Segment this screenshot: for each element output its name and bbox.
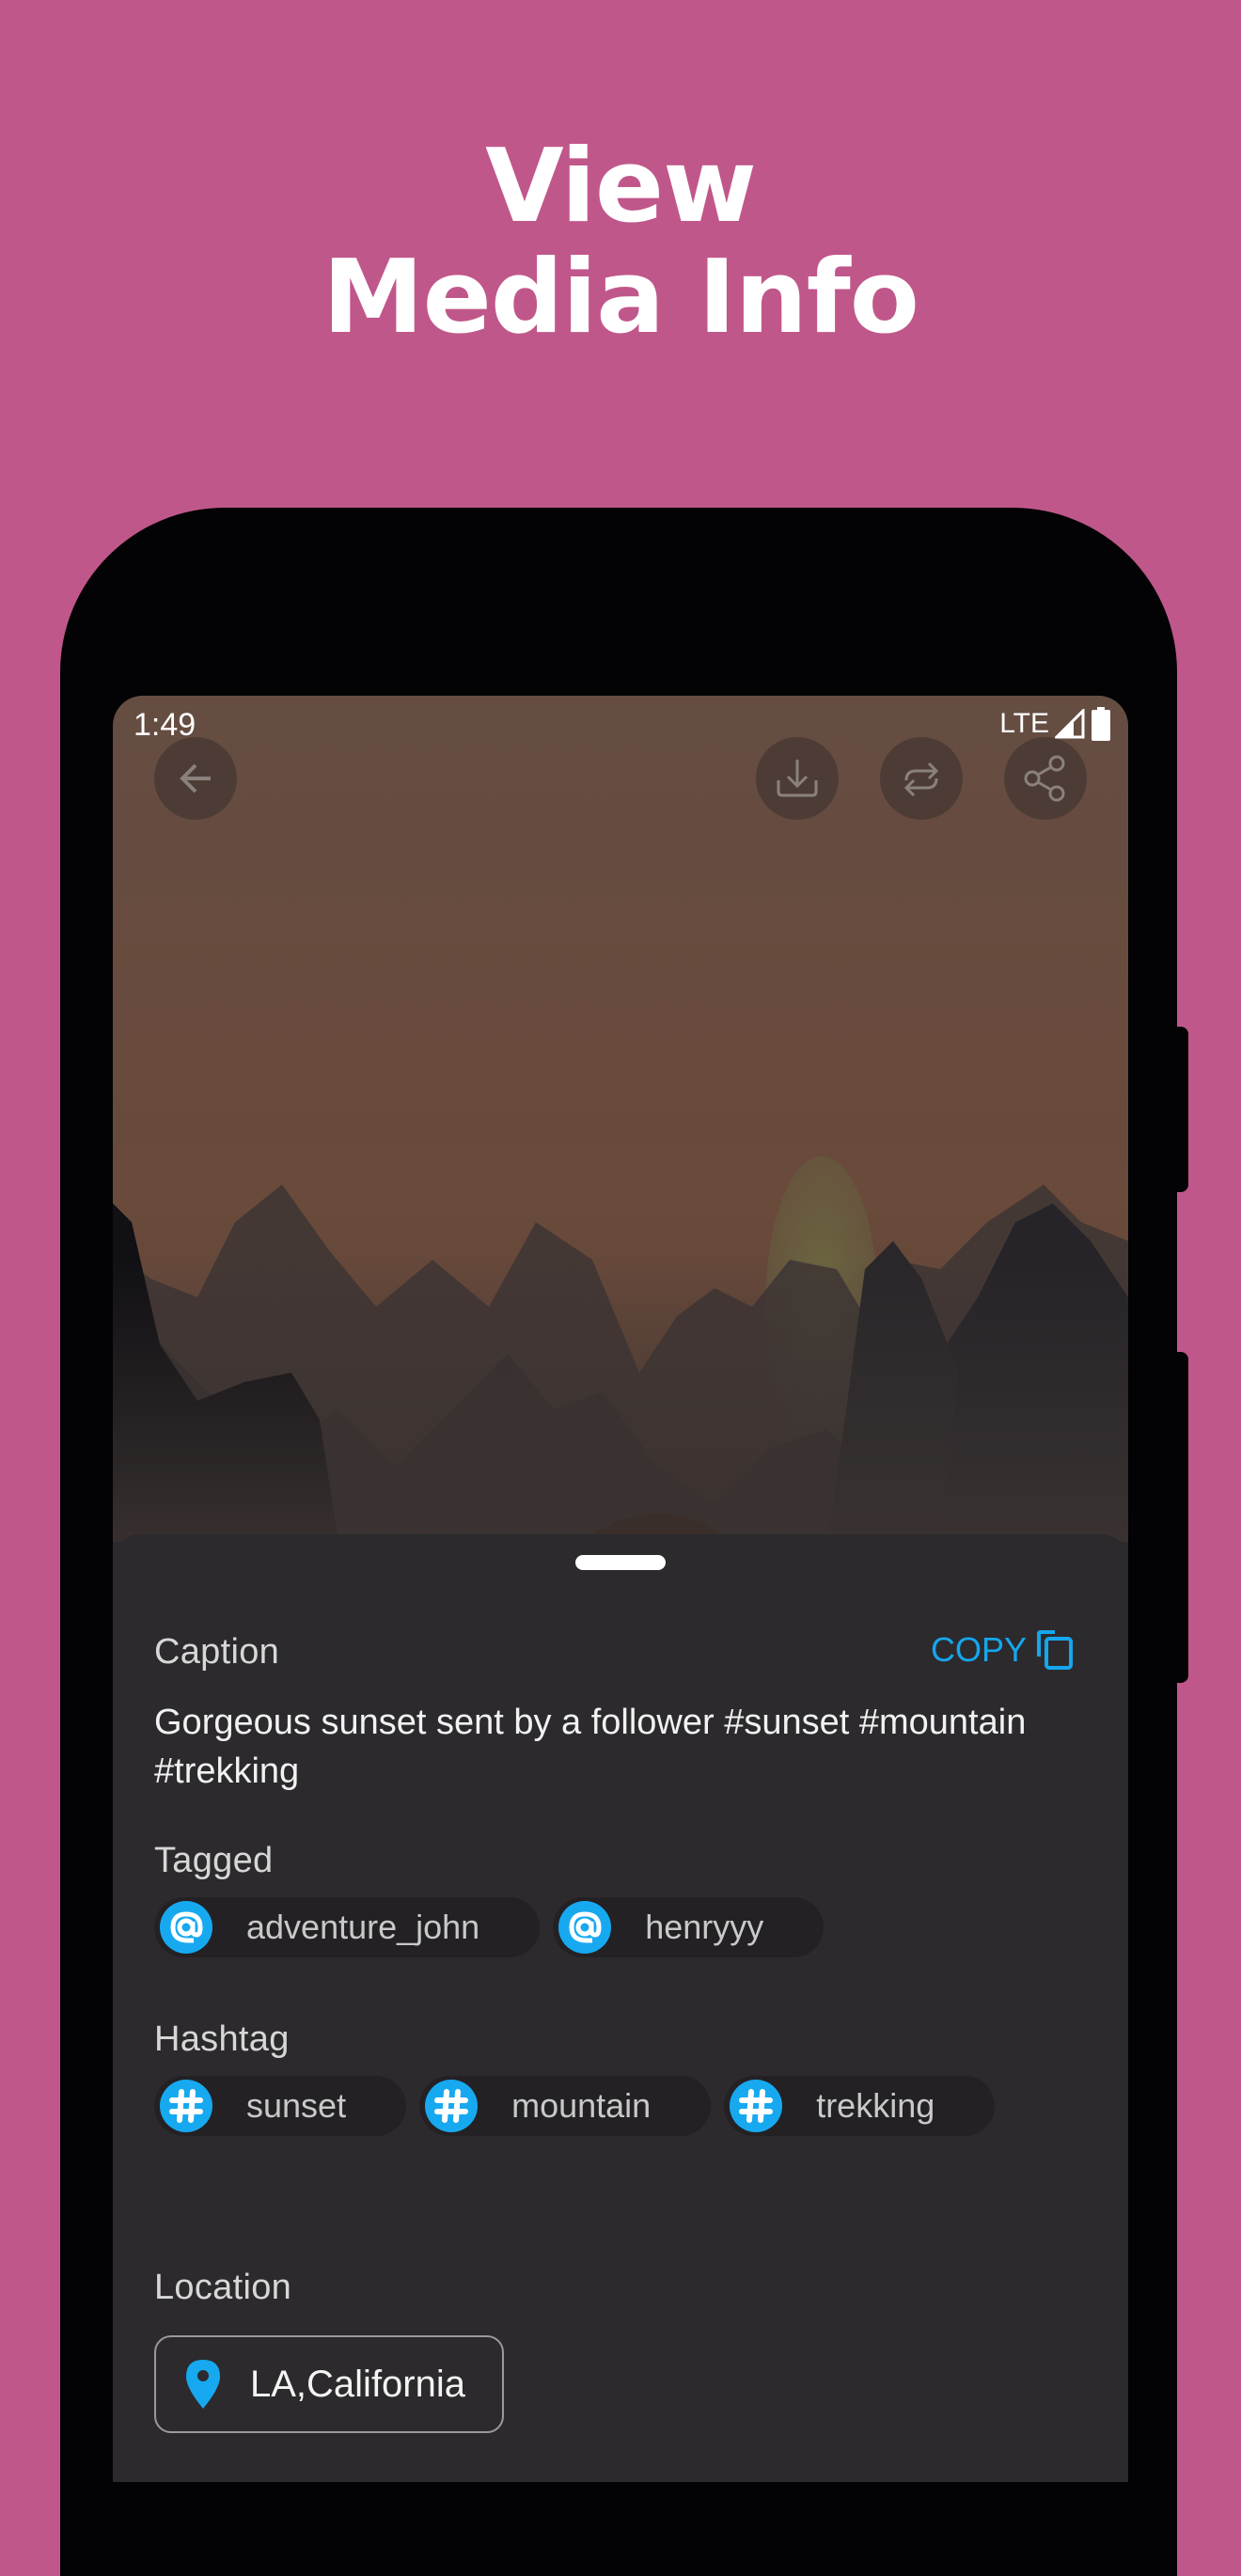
network-type: LTE bbox=[999, 708, 1049, 739]
tagged-chip-list: adventure_john henryyy bbox=[154, 1897, 1057, 1957]
caption-text[interactable]: Gorgeous sunset sent by a follower #suns… bbox=[154, 1698, 1057, 1796]
signal-icon bbox=[1055, 709, 1085, 739]
repost-button[interactable] bbox=[880, 737, 963, 820]
tagged-user-chip[interactable]: henryyy bbox=[553, 1897, 825, 1957]
media-image[interactable]: 1:49 LTE bbox=[113, 696, 1128, 1542]
tagged-user-chip[interactable]: adventure_john bbox=[154, 1897, 541, 1957]
tagged-user-name: henryyy bbox=[645, 1908, 764, 1946]
back-button[interactable] bbox=[154, 737, 237, 820]
arrow-left-icon bbox=[180, 763, 211, 793]
location-label: Location bbox=[154, 2268, 292, 2307]
hashtag-label: Hashtag bbox=[154, 2019, 290, 2059]
hashtag-icon bbox=[730, 2080, 783, 2132]
promo-headline: View Media Info bbox=[0, 132, 1241, 353]
share-icon bbox=[1024, 755, 1065, 802]
headline-line-2: Media Info bbox=[322, 239, 919, 356]
at-mention-icon bbox=[558, 1901, 612, 1954]
hashtag-icon bbox=[425, 2080, 479, 2132]
location-pin-icon bbox=[186, 2360, 220, 2409]
media-info-sheet: Caption COPY Gorgeous sunset sent by a f… bbox=[113, 1534, 1128, 2482]
hashtag-icon bbox=[160, 2080, 212, 2132]
download-icon bbox=[777, 760, 818, 797]
copy-caption-button[interactable]: COPY bbox=[931, 1630, 1074, 1670]
share-button[interactable] bbox=[1004, 737, 1087, 820]
battery-icon bbox=[1092, 707, 1110, 741]
location-chip[interactable]: LA,California bbox=[154, 2335, 504, 2433]
status-bar: 1:49 LTE bbox=[113, 696, 1128, 756]
sheet-drag-handle[interactable] bbox=[575, 1555, 666, 1570]
caption-label: Caption bbox=[154, 1632, 280, 1672]
location-text: LA,California bbox=[250, 2363, 466, 2405]
tagged-user-name: adventure_john bbox=[246, 1908, 480, 1946]
copy-label: COPY bbox=[930, 1630, 1027, 1669]
hashtag-chip[interactable]: trekking bbox=[724, 2076, 996, 2136]
phone-volume-button bbox=[1175, 1352, 1188, 1683]
phone-screen: 1:49 LTE Caption COPY Gorgeous sunset se… bbox=[113, 696, 1128, 2482]
sunset-mountains-illustration bbox=[113, 696, 1128, 1542]
hashtag-chip[interactable]: sunset bbox=[154, 2076, 407, 2136]
repost-icon bbox=[903, 762, 939, 797]
phone-power-button bbox=[1175, 1027, 1188, 1192]
hashtag-text: trekking bbox=[816, 2086, 935, 2125]
tagged-label: Tagged bbox=[154, 1841, 274, 1880]
copy-icon bbox=[1037, 1630, 1073, 1670]
hashtag-text: mountain bbox=[511, 2086, 652, 2125]
hashtag-chip-list: sunset mountain trekking bbox=[154, 2076, 1057, 2136]
headline-line-1: View bbox=[485, 128, 757, 245]
hashtag-text: sunset bbox=[246, 2086, 347, 2125]
hashtag-chip[interactable]: mountain bbox=[419, 2076, 712, 2136]
download-button[interactable] bbox=[756, 737, 839, 820]
at-mention-icon bbox=[160, 1901, 212, 1954]
